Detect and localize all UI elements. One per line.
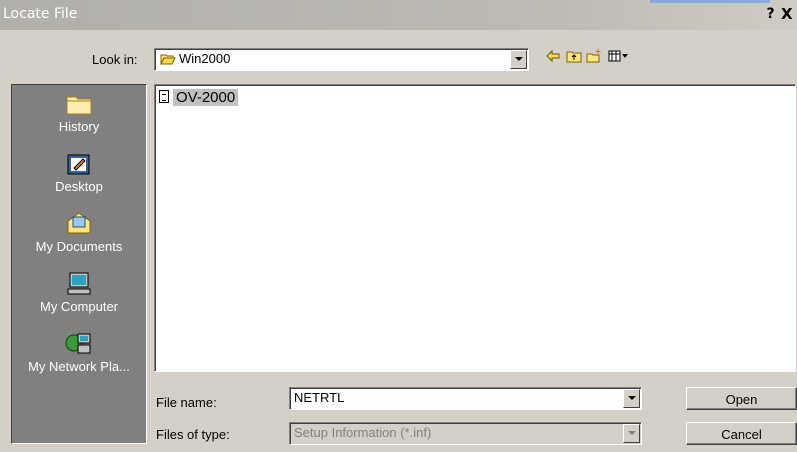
place-my-computer[interactable]: My Computer [12,271,146,314]
places-bar: History Desktop My Documents My Computer… [11,84,147,444]
file-type-value: Setup Information (*.inf) [294,425,432,440]
help-button[interactable]: ? [762,6,779,22]
place-my-network-places-label: My Network Pla... [28,359,130,374]
chevron-down-icon [623,424,640,443]
look-in-value: Win2000 [179,51,231,66]
chevron-down-icon[interactable] [510,50,527,69]
up-folder-icon[interactable] [566,49,582,67]
close-button[interactable]: X [781,6,797,22]
place-history[interactable]: History [12,91,146,134]
view-menu-icon[interactable] [608,49,630,67]
title-accent [650,0,770,3]
title-bar: Locate File ? X [0,0,797,30]
place-history-label: History [58,119,100,134]
place-my-documents[interactable]: My Documents [12,211,146,254]
folder-open-icon [160,53,176,69]
setup-file-icon [159,90,169,103]
cancel-button[interactable]: Cancel [686,422,797,445]
look-in-dropdown[interactable]: Win2000 [154,48,529,71]
file-list[interactable]: OV-2000 [154,84,796,372]
open-button[interactable]: Open [686,387,797,410]
place-my-computer-label: My Computer [39,299,119,314]
file-name-value: NETRTL [294,390,345,405]
look-in-label: Look in: [92,52,138,67]
file-type-dropdown[interactable]: Setup Information (*.inf) [289,422,642,445]
file-type-label: Files of type: [156,427,230,442]
file-item-name: OV-2000 [173,89,239,106]
chevron-down-icon[interactable] [623,389,640,408]
my-documents-icon [65,211,93,237]
place-my-documents-label: My Documents [35,239,123,254]
history-folder-icon [65,91,93,117]
network-places-icon [65,331,93,357]
place-desktop[interactable]: Desktop [12,151,146,194]
place-my-network-places[interactable]: My Network Pla... [12,331,146,374]
window-title: Locate File [3,6,78,22]
my-computer-icon [65,271,93,297]
desktop-icon [65,151,93,177]
file-name-label: File name: [156,395,217,410]
new-folder-icon[interactable] [586,49,602,67]
back-arrow-icon[interactable] [546,49,560,67]
file-name-field[interactable]: NETRTL [289,387,642,410]
place-desktop-label: Desktop [55,179,103,194]
